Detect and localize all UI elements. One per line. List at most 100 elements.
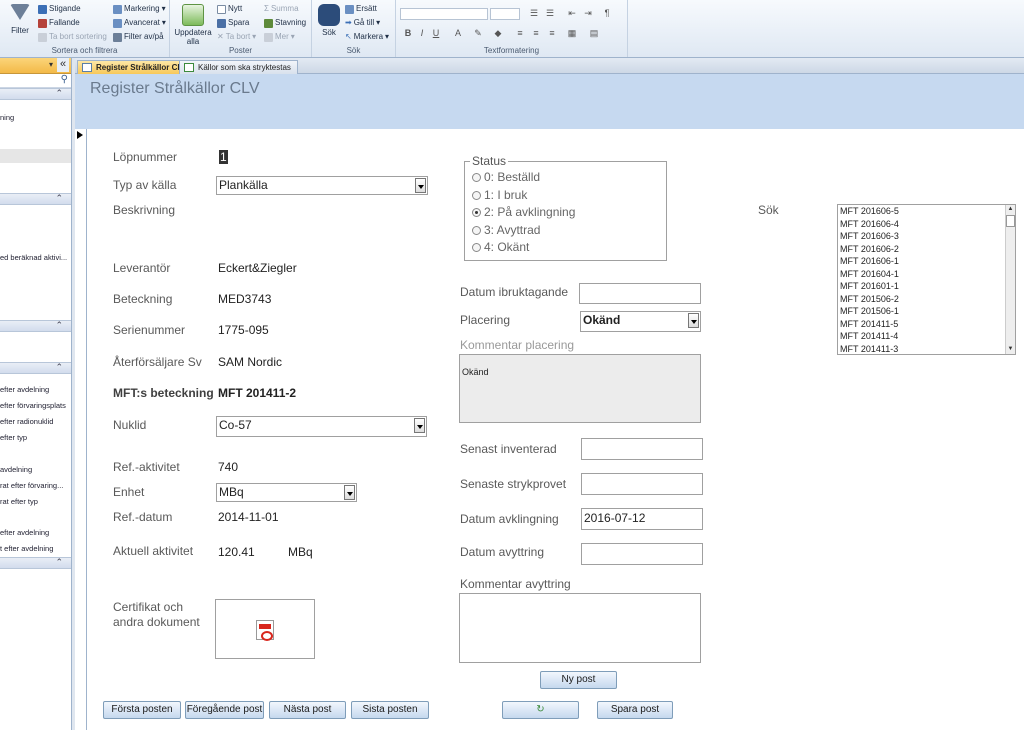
nav-group-header[interactable]: ⌃ bbox=[0, 88, 71, 100]
tab-register-stralkallor[interactable]: Register Strålkällor CLV bbox=[77, 60, 194, 74]
find-button[interactable]: Sök bbox=[316, 4, 342, 37]
typ-combo[interactable]: Plankälla bbox=[216, 176, 428, 195]
placering-combo[interactable]: Okänd bbox=[580, 311, 701, 332]
datum-avklingning-input[interactable]: 2016-07-12 bbox=[581, 508, 703, 530]
scroll-down-icon[interactable]: ▼ bbox=[1006, 345, 1015, 354]
list-item[interactable]: MFT 201606-3 bbox=[838, 230, 1015, 243]
refdatum-value[interactable]: 2014-11-01 bbox=[218, 510, 279, 524]
numbering-icon[interactable]: ☰ bbox=[544, 8, 556, 19]
nav-group-header[interactable]: ⌃ bbox=[0, 557, 71, 569]
senaste-strykprovet-input[interactable] bbox=[581, 473, 703, 495]
search-listbox[interactable]: MFT 201606-5 MFT 201606-4 MFT 201606-3 M… bbox=[837, 204, 1016, 355]
rtl-icon[interactable]: ¶ bbox=[601, 8, 613, 18]
list-item[interactable]: MFT 201411-4 bbox=[838, 330, 1015, 343]
nav-item[interactable]: ning bbox=[0, 110, 71, 126]
totals-button[interactable]: Σ Summa bbox=[264, 4, 299, 14]
nav-item-selected[interactable] bbox=[0, 149, 71, 163]
list-item[interactable]: MFT 201606-1 bbox=[838, 255, 1015, 268]
nav-group-header[interactable]: ⌃ bbox=[0, 362, 71, 374]
indent-icon[interactable]: ⇤ bbox=[566, 8, 578, 19]
align-left-icon[interactable]: ≡ bbox=[514, 28, 526, 38]
nav-item[interactable]: efter avdelning bbox=[0, 382, 71, 398]
nuklid-combo[interactable]: Co-57 bbox=[216, 416, 427, 437]
italic-icon[interactable]: I bbox=[416, 28, 428, 38]
tab-kallor-stryktestas[interactable]: Källor som ska stryktestas bbox=[179, 60, 298, 74]
align-right-icon[interactable]: ≡ bbox=[546, 28, 558, 38]
kommentar-placering-input[interactable]: Okänd bbox=[459, 354, 701, 423]
font-color-icon[interactable]: A bbox=[452, 28, 464, 38]
save-record-button[interactable]: Spara bbox=[217, 18, 249, 28]
replace-button[interactable]: Ersätt bbox=[345, 4, 377, 14]
list-item[interactable]: MFT 201506-2 bbox=[838, 293, 1015, 306]
first-record-button[interactable]: Första posten bbox=[103, 701, 181, 719]
list-item[interactable]: MFT 201411-5 bbox=[838, 318, 1015, 331]
delete-record-button[interactable]: ✕ Ta bort ▾ bbox=[217, 32, 256, 42]
refresh-all-button[interactable]: Uppdatera alla bbox=[174, 4, 212, 46]
nav-group-header[interactable]: ⌃ bbox=[0, 193, 71, 205]
align-center-icon[interactable]: ≡ bbox=[530, 28, 542, 38]
status-option-2[interactable]: 2: På avklingning bbox=[472, 205, 575, 219]
datum-ibruk-input[interactable] bbox=[579, 283, 701, 304]
chevron-down-icon[interactable]: ▾ bbox=[49, 60, 53, 69]
alt-row-color-icon[interactable]: ▤ bbox=[588, 28, 600, 39]
nav-item[interactable]: t efter avdelning bbox=[0, 541, 71, 557]
next-record-button[interactable]: Nästa post bbox=[269, 701, 346, 719]
list-item[interactable]: MFT 201604-1 bbox=[838, 268, 1015, 281]
collapse-icon[interactable]: « bbox=[57, 58, 69, 72]
spelling-button[interactable]: Stavning bbox=[264, 18, 306, 28]
listbox-scrollbar[interactable]: ▲ ▼ bbox=[1005, 205, 1015, 354]
nav-item[interactable]: ed beräknad aktivi... bbox=[0, 250, 71, 266]
nav-item[interactable]: efter radionuklid bbox=[0, 414, 71, 430]
filter-button[interactable]: Filter bbox=[6, 4, 34, 35]
pdf-icon[interactable] bbox=[256, 620, 274, 641]
scroll-thumb[interactable] bbox=[1006, 215, 1015, 227]
outdent-icon[interactable]: ⇥ bbox=[582, 8, 594, 19]
sort-ascending-button[interactable]: Stigande bbox=[38, 4, 81, 14]
last-record-button[interactable]: Sista posten bbox=[351, 701, 429, 719]
advanced-button[interactable]: Avancerat ▾ bbox=[113, 18, 166, 28]
list-item[interactable]: MFT 201506-1 bbox=[838, 305, 1015, 318]
list-item[interactable]: MFT 201411-3 bbox=[838, 343, 1015, 355]
enhet-combo[interactable]: MBq bbox=[216, 483, 357, 502]
nav-item[interactable]: rat efter typ bbox=[0, 494, 71, 510]
nav-item[interactable]: efter förvaringsplats bbox=[0, 398, 71, 414]
senast-inventerad-input[interactable] bbox=[581, 438, 703, 460]
status-option-4[interactable]: 4: Okänt bbox=[472, 240, 529, 254]
font-size-select[interactable] bbox=[490, 8, 520, 20]
list-item[interactable]: MFT 201601-1 bbox=[838, 280, 1015, 293]
lopnummer-value[interactable]: 1 bbox=[219, 150, 228, 164]
bold-icon[interactable]: B bbox=[402, 28, 414, 38]
gridlines-icon[interactable]: ▦ bbox=[566, 28, 578, 39]
highlight-icon[interactable]: ✎ bbox=[472, 28, 484, 39]
chevron-down-icon[interactable] bbox=[415, 178, 426, 193]
record-selector[interactable] bbox=[75, 129, 87, 730]
toggle-filter-button[interactable]: Filter av/på bbox=[113, 32, 164, 42]
certificate-attachment[interactable] bbox=[215, 599, 315, 659]
nav-item[interactable]: avdelning bbox=[0, 462, 71, 478]
more-button[interactable]: Mer ▾ bbox=[264, 32, 295, 42]
underline-icon[interactable]: U bbox=[430, 28, 442, 38]
selection-button[interactable]: Markering ▾ bbox=[113, 4, 166, 14]
list-item[interactable]: MFT 201606-4 bbox=[838, 218, 1015, 231]
datum-avyttring-input[interactable] bbox=[581, 543, 703, 565]
radio-icon[interactable] bbox=[472, 242, 481, 252]
undo-button[interactable]: ↻ bbox=[502, 701, 579, 719]
kommentar-avyttring-input[interactable] bbox=[459, 593, 701, 663]
previous-record-button[interactable]: Föregående post bbox=[185, 701, 264, 719]
scroll-up-icon[interactable]: ▲ bbox=[1006, 205, 1015, 214]
font-name-select[interactable] bbox=[400, 8, 488, 20]
radio-icon[interactable] bbox=[472, 225, 481, 235]
chevron-down-icon[interactable] bbox=[688, 313, 699, 328]
beteckning-value[interactable]: MED3743 bbox=[218, 292, 271, 306]
mft-value[interactable]: MFT 201411-2 bbox=[218, 386, 296, 400]
nav-item[interactable]: efter typ bbox=[0, 430, 71, 446]
leverantor-value[interactable]: Eckert&Ziegler bbox=[218, 261, 297, 275]
refakt-value[interactable]: 740 bbox=[218, 460, 238, 474]
aterforsaljare-value[interactable]: SAM Nordic bbox=[218, 355, 282, 369]
goto-button[interactable]: ➡ Gå till ▾ bbox=[345, 18, 380, 28]
chevron-down-icon[interactable] bbox=[344, 485, 355, 500]
nav-group-header[interactable]: ⌃ bbox=[0, 320, 71, 332]
status-option-3[interactable]: 3: Avyttrad bbox=[472, 223, 540, 237]
chevron-down-icon[interactable] bbox=[414, 418, 425, 433]
save-record-button[interactable]: Spara post bbox=[597, 701, 673, 719]
